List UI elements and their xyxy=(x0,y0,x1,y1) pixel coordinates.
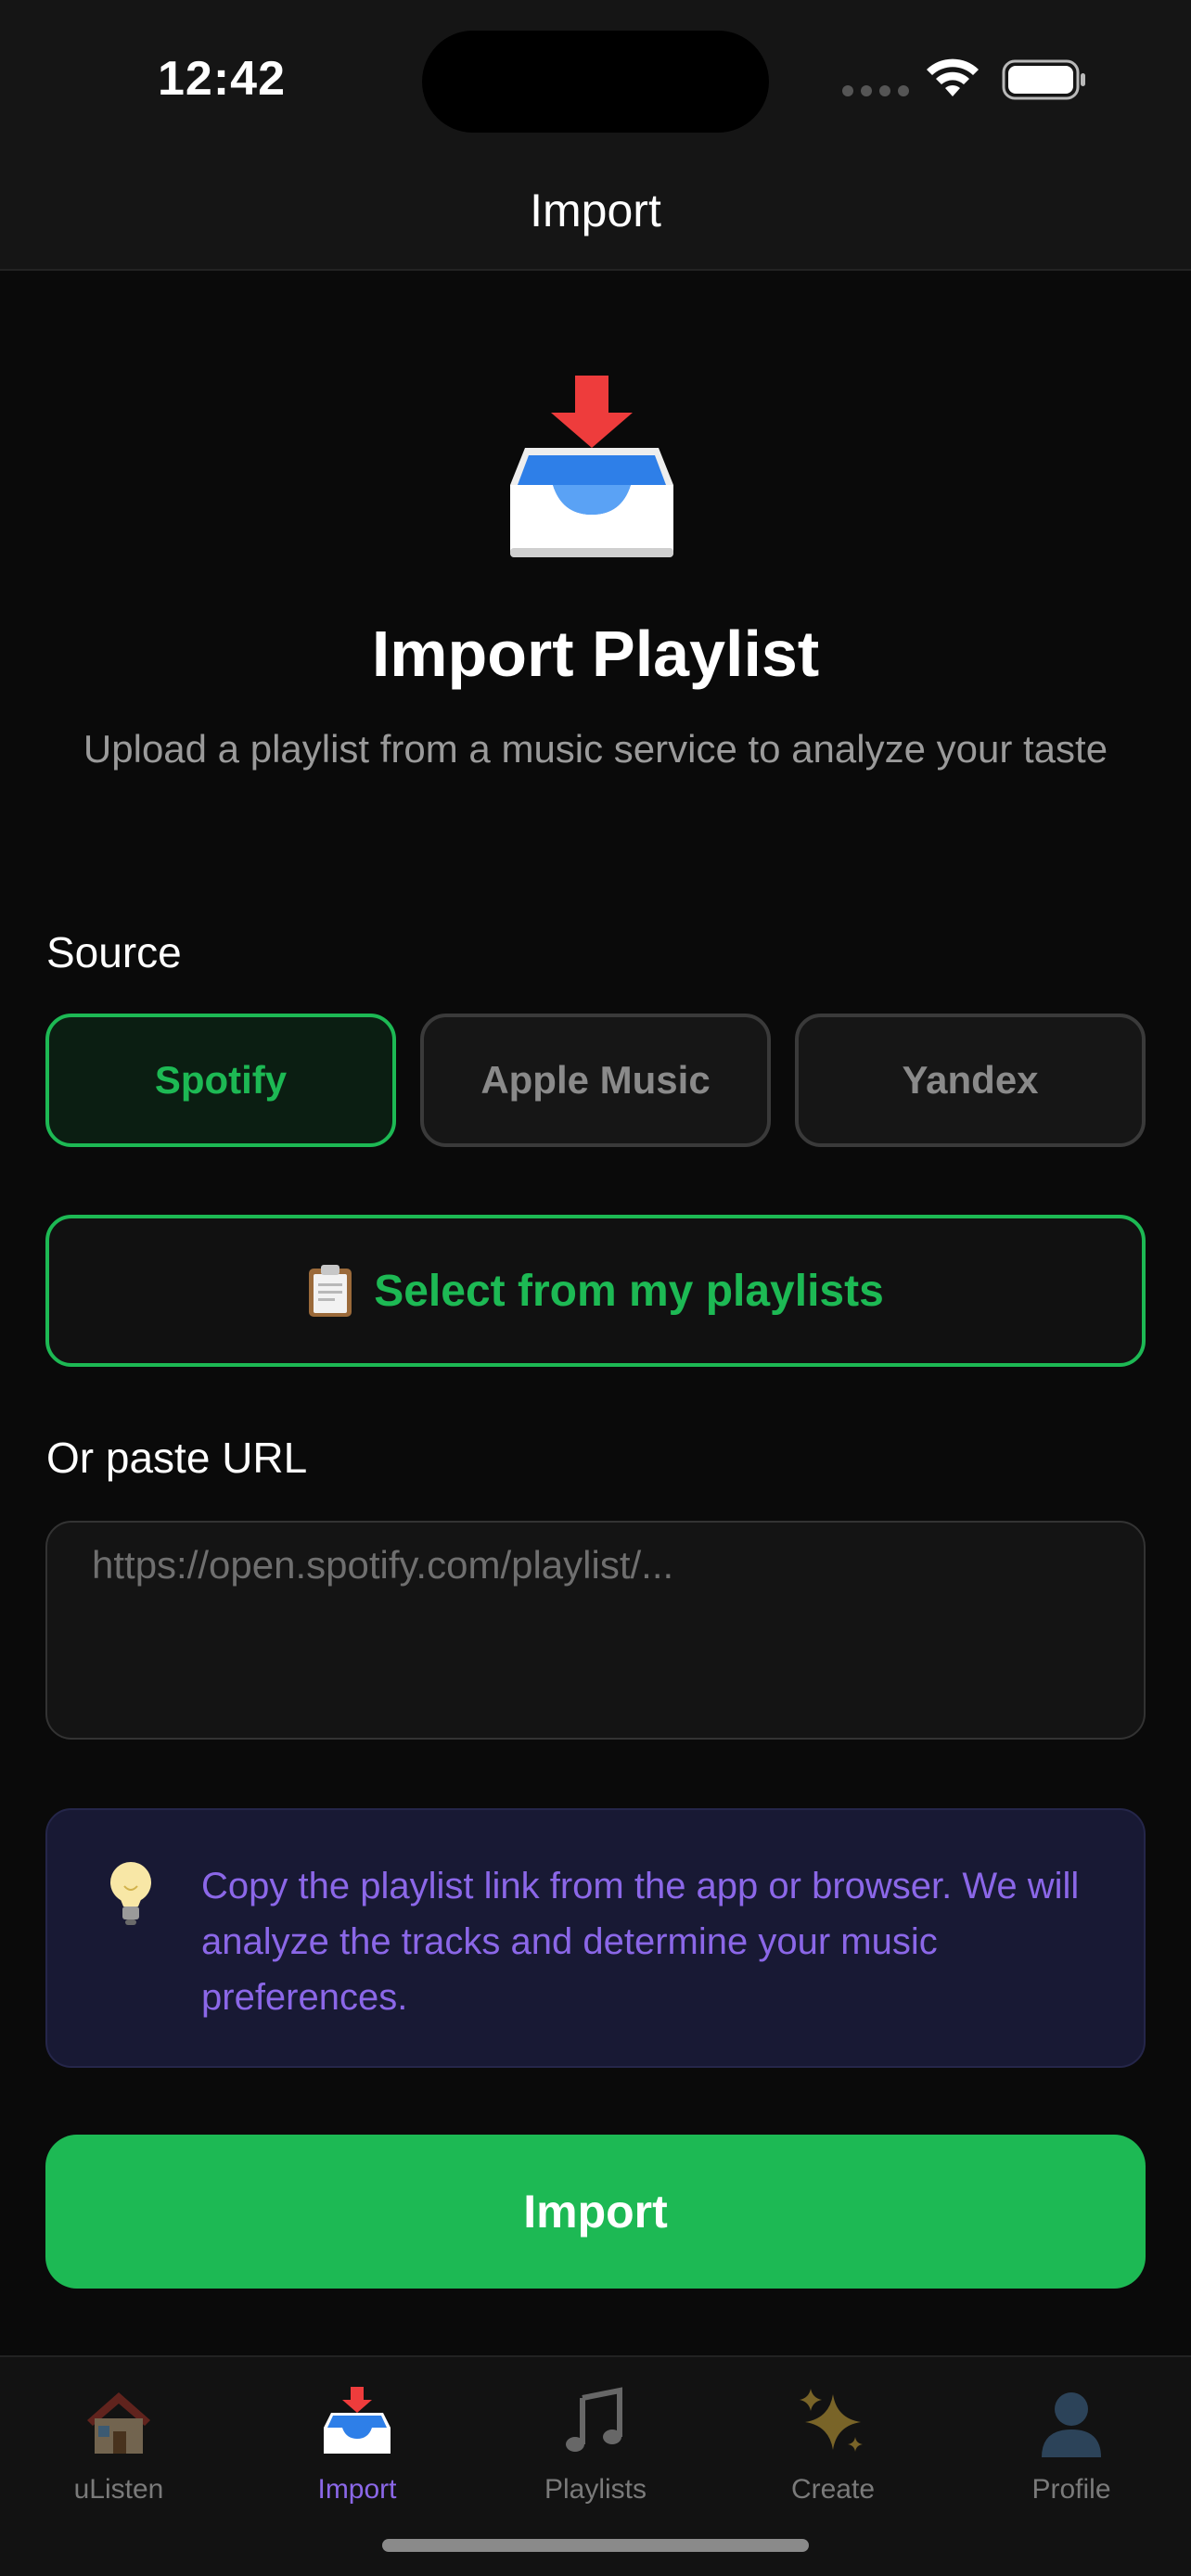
tip-box: Copy the playlist link from the app or b… xyxy=(45,1808,1146,2068)
signal-dots-icon xyxy=(842,85,909,96)
select-from-playlists-button[interactable]: Select from my playlists xyxy=(45,1215,1146,1367)
source-option-yandex[interactable]: Yandex xyxy=(795,1014,1146,1147)
tab-label: Profile xyxy=(1031,2474,1111,2505)
status-bar: 12:42 xyxy=(0,0,1191,158)
tab-create[interactable]: Create xyxy=(740,2385,926,2506)
tab-label: Playlists xyxy=(544,2474,647,2505)
tab-import[interactable]: Import xyxy=(264,2385,450,2506)
inbox-tray-icon xyxy=(510,376,673,557)
tab-profile[interactable]: Profile xyxy=(979,2385,1164,2506)
wifi-icon xyxy=(927,58,979,96)
clipboard-icon xyxy=(309,1265,352,1317)
source-option-apple-music[interactable]: Apple Music xyxy=(420,1014,771,1147)
tip-text: Copy the playlist link from the app or b… xyxy=(201,1866,1080,2018)
user-silhouette-icon xyxy=(1042,2392,1101,2457)
inbox-tray-icon xyxy=(324,2387,391,2454)
home-indicator[interactable] xyxy=(382,2539,809,2552)
music-notes-icon xyxy=(566,2387,622,2452)
tab-label: Create xyxy=(790,2474,876,2505)
light-bulb-icon xyxy=(110,1862,151,1925)
source-option-spotify[interactable]: Spotify xyxy=(45,1014,396,1147)
tab-ulisten[interactable]: uListen xyxy=(26,2385,211,2506)
battery-icon xyxy=(1002,59,1085,100)
import-screen: 12:42 Import Import Playlist Upload a pl… xyxy=(0,0,1191,2576)
tab-label: uListen xyxy=(73,2474,164,2505)
tab-playlists[interactable]: Playlists xyxy=(503,2385,688,2506)
playlist-url-input[interactable] xyxy=(45,1521,1146,1740)
hero-title: Import Playlist xyxy=(371,618,820,690)
source-label: Source xyxy=(46,928,182,976)
page-title: Import xyxy=(530,185,661,236)
dynamic-island xyxy=(422,31,769,133)
tab-label: Import xyxy=(317,2474,397,2505)
import-button[interactable]: Import xyxy=(45,2135,1146,2289)
hero-subtitle: Upload a playlist from a music service t… xyxy=(83,727,1108,771)
select-from-playlists-label: Select from my playlists xyxy=(374,1266,884,1316)
house-icon xyxy=(87,2392,150,2454)
sparkles-icon xyxy=(800,2389,863,2452)
url-label: Or paste URL xyxy=(46,1434,308,1482)
status-time: 12:42 xyxy=(158,52,286,106)
navigation-header: Import xyxy=(0,158,1191,271)
